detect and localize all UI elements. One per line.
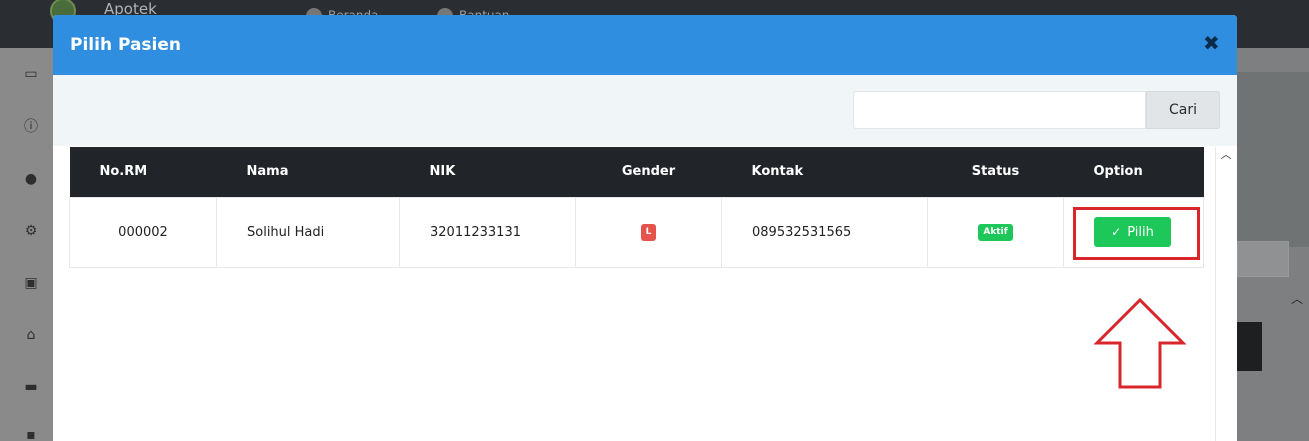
- cell-nik: 32011233131: [399, 196, 576, 268]
- patient-table: No.RM Nama NIK Gender Kontak Status Opti…: [69, 147, 1204, 268]
- cell-status: Aktif: [927, 196, 1064, 268]
- search-button[interactable]: Cari: [1146, 91, 1220, 129]
- app-content-behind: ︿: [1237, 48, 1309, 441]
- cell-no-rm: 000002: [69, 196, 217, 268]
- info-icon[interactable]: ⓘ: [23, 120, 39, 134]
- modal-header: Pilih Pasien ✖: [53, 15, 1237, 75]
- cell-gender: L: [575, 196, 722, 268]
- table-row: 000002 Solihul Hadi 32011233131 L 089532…: [69, 196, 1204, 268]
- up-arrow-annotation-icon: [1093, 297, 1187, 389]
- status-badge: Aktif: [978, 224, 1013, 241]
- chevron-up-icon: ︿: [1291, 292, 1304, 306]
- modal-title: Pilih Pasien: [70, 35, 182, 55]
- contact-card-icon[interactable]: ▣: [23, 276, 39, 290]
- monitor-icon[interactable]: ▭: [23, 67, 39, 81]
- scrollbar-track[interactable]: [1215, 147, 1216, 441]
- pilih-pasien-modal: Pilih Pasien ✖ Cari ︿ No.RM Nama NIK Gen…: [53, 15, 1237, 441]
- pilih-button[interactable]: ✓ Pilih: [1094, 217, 1171, 247]
- search-bar: Cari: [53, 75, 1237, 146]
- gear-icon[interactable]: ⚙: [23, 224, 39, 238]
- col-header-no-rm: No.RM: [69, 147, 217, 197]
- close-icon[interactable]: ✖: [1203, 33, 1220, 53]
- gender-badge: L: [640, 224, 657, 241]
- bed-icon[interactable]: ▬: [23, 380, 39, 394]
- search-input[interactable]: [853, 91, 1146, 129]
- col-header-gender: Gender: [575, 147, 722, 197]
- col-header-option: Option: [1063, 147, 1204, 197]
- bg-field: [1237, 241, 1289, 277]
- cell-kontak: 089532531565: [721, 196, 928, 268]
- scroll-up-icon[interactable]: ︿: [1218, 147, 1234, 163]
- col-header-status: Status: [927, 147, 1064, 197]
- house-icon[interactable]: ⌂: [23, 328, 39, 342]
- bg-dark-block: [1237, 322, 1262, 371]
- col-header-nik: NIK: [399, 147, 576, 197]
- pilih-label: Pilih: [1127, 225, 1154, 240]
- bg-panel: [1237, 72, 1309, 247]
- cell-option: ✓ Pilih: [1063, 196, 1204, 268]
- check-icon: ✓: [1111, 225, 1122, 239]
- col-header-kontak: Kontak: [721, 147, 928, 197]
- table-header-row: No.RM Nama NIK Gender Kontak Status Opti…: [69, 147, 1204, 197]
- briefcase-icon[interactable]: ▪: [23, 428, 39, 441]
- cell-nama: Solihul Hadi: [216, 196, 400, 268]
- app-sidebar: ▭ ⓘ ● ⚙ ▣ ⌂ ▬ ▪: [0, 48, 53, 441]
- user-icon[interactable]: ●: [23, 172, 39, 186]
- col-header-nama: Nama: [216, 147, 400, 197]
